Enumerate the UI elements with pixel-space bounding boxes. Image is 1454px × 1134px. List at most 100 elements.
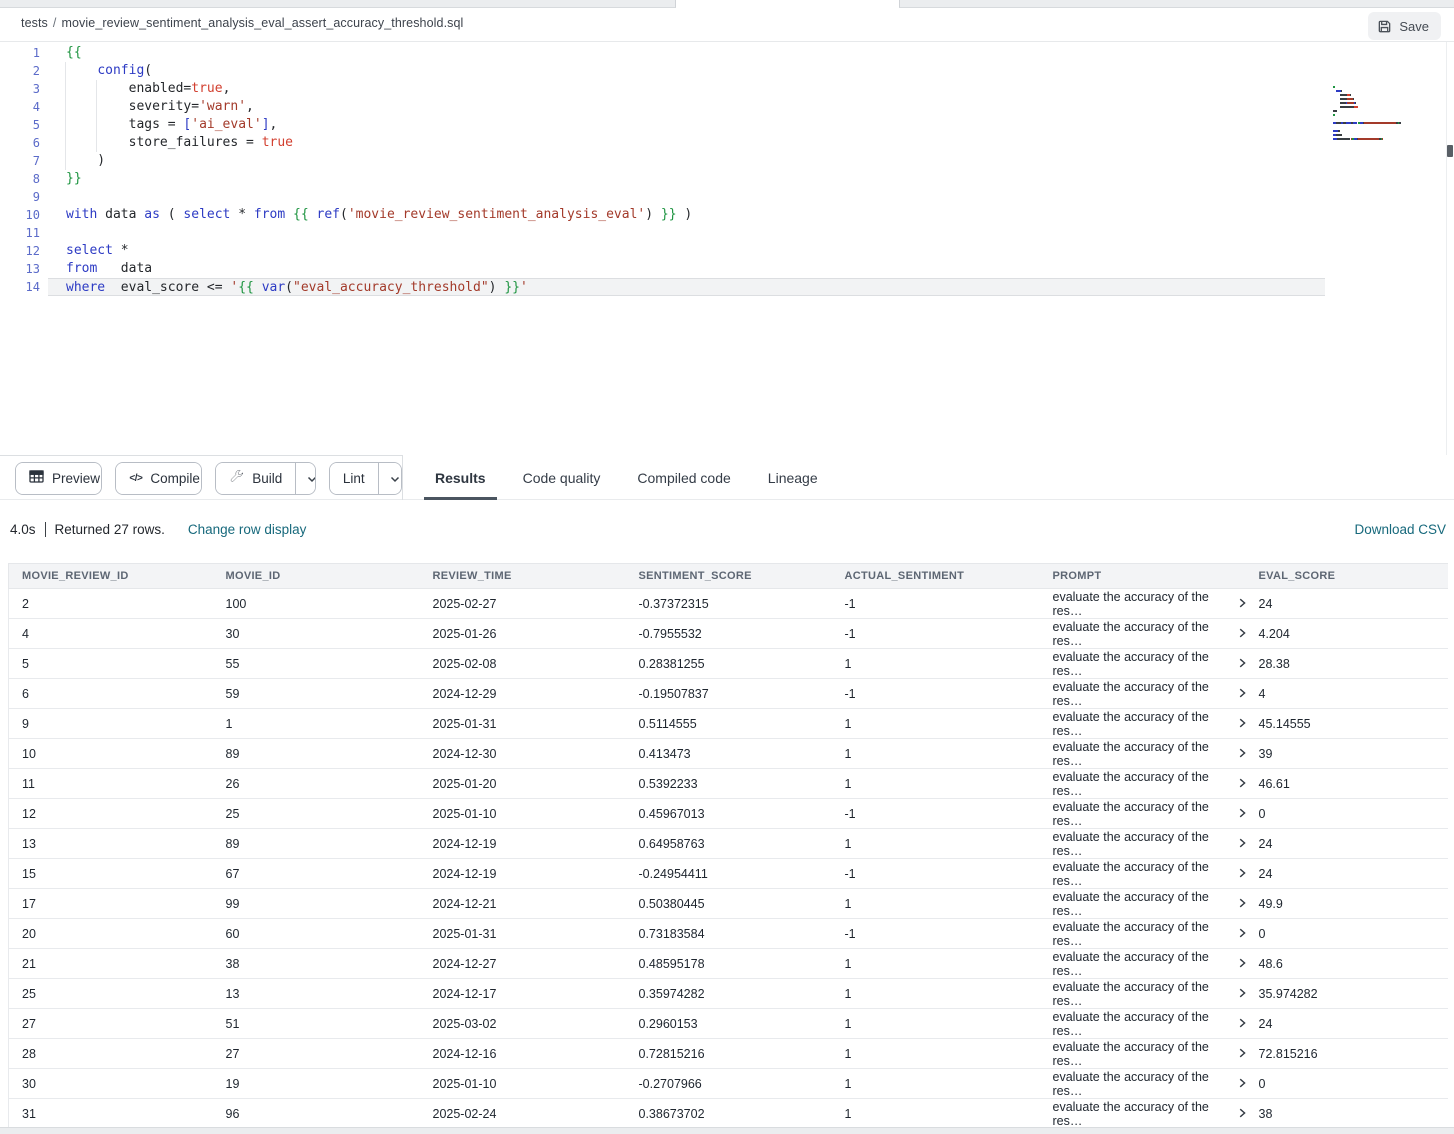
code-editor[interactable]: 1{{2 config(3 enabled=true,4 severity='w… [0, 42, 1454, 455]
table-cell: 25 [213, 799, 420, 829]
minimap-line [1333, 126, 1445, 128]
inactive-tab-edge[interactable] [899, 0, 1454, 8]
expand-prompt-chevron-icon[interactable] [1239, 988, 1246, 998]
code-line[interactable]: 5 tags = ['ai_eval'], [0, 116, 1325, 134]
expand-prompt-chevron-icon[interactable] [1239, 718, 1246, 728]
preview-button[interactable]: Preview [16, 463, 102, 494]
code-line[interactable]: 12select * [0, 242, 1325, 260]
expand-prompt-chevron-icon[interactable] [1239, 868, 1246, 878]
code-text: ) [48, 152, 1325, 170]
expand-prompt-chevron-icon[interactable] [1239, 658, 1246, 668]
scrollbar-thumb[interactable] [1447, 145, 1453, 157]
column-header[interactable]: EVAL_SCORE [1246, 564, 1449, 589]
expand-prompt-chevron-icon[interactable] [1239, 1108, 1246, 1118]
table-row: 6592024-12-29-0.19507837-1evaluate the a… [9, 679, 1449, 709]
expand-prompt-chevron-icon[interactable] [1239, 1048, 1246, 1058]
build-dropdown-button[interactable] [295, 463, 316, 494]
table-cell: 0.5114555 [626, 709, 832, 739]
minimap-line [1333, 110, 1445, 112]
minimap-line [1333, 94, 1445, 96]
table-cell: -0.24954411 [626, 859, 832, 889]
build-button[interactable]: Build [216, 463, 295, 494]
lint-button[interactable]: Lint [330, 463, 378, 494]
prompt-preview-text: evaluate the accuracy of the res… [1053, 1010, 1234, 1038]
code-line[interactable]: 2 config( [0, 62, 1325, 80]
code-line[interactable]: 1{{ [0, 44, 1325, 62]
prompt-cell: evaluate the accuracy of the res… [1040, 949, 1246, 979]
expand-prompt-chevron-icon[interactable] [1239, 688, 1246, 698]
minimap[interactable] [1333, 86, 1445, 142]
line-number: 3 [0, 80, 48, 98]
eval-score-cell: 24 [1246, 1009, 1449, 1039]
line-number: 1 [0, 44, 48, 62]
table-row: 28272024-12-160.728152161evaluate the ac… [9, 1039, 1449, 1069]
expand-prompt-chevron-icon[interactable] [1239, 778, 1246, 788]
column-header[interactable]: MOVIE_REVIEW_ID [9, 564, 213, 589]
code-text: enabled=true, [48, 80, 1325, 98]
tab-compiled-code[interactable]: Compiled code [635, 455, 732, 500]
breadcrumb-separator: / [48, 16, 62, 30]
prompt-preview-text: evaluate the accuracy of the res… [1053, 980, 1234, 1008]
code-line[interactable]: 13from data [0, 260, 1325, 278]
eval-score-cell: 28.38 [1246, 649, 1449, 679]
line-number: 9 [0, 188, 48, 206]
lint-button-group: Lint [329, 462, 402, 495]
inactive-tab-edge[interactable] [0, 0, 676, 8]
prompt-cell: evaluate the accuracy of the res… [1040, 649, 1246, 679]
editor-scrollbar-track[interactable] [1446, 42, 1447, 455]
prompt-preview-text: evaluate the accuracy of the res… [1053, 680, 1234, 708]
column-header[interactable]: SENTIMENT_SCORE [626, 564, 832, 589]
prompt-preview-text: evaluate the accuracy of the res… [1053, 590, 1234, 618]
expand-prompt-chevron-icon[interactable] [1239, 1018, 1246, 1028]
tab-code-quality[interactable]: Code quality [521, 455, 603, 500]
expand-prompt-chevron-icon[interactable] [1239, 808, 1246, 818]
horizontal-scrollbar[interactable] [0, 1127, 1454, 1134]
tab-results[interactable]: Results [433, 455, 488, 500]
compile-button[interactable]: </> Compile [116, 463, 202, 494]
expand-prompt-chevron-icon[interactable] [1239, 1078, 1246, 1088]
table-cell: 0.38673702 [626, 1099, 832, 1129]
code-line[interactable]: 4 severity='warn', [0, 98, 1325, 116]
table-cell: -0.7955532 [626, 619, 832, 649]
expand-prompt-chevron-icon[interactable] [1239, 838, 1246, 848]
lint-dropdown-button[interactable] [378, 463, 402, 494]
code-line[interactable]: 6 store_failures = true [0, 134, 1325, 152]
download-csv-link[interactable]: Download CSV [1354, 522, 1446, 537]
code-line[interactable]: 11 [0, 224, 1325, 242]
column-header[interactable]: MOVIE_ID [213, 564, 420, 589]
code-text [48, 224, 1325, 242]
table-row: 21382024-12-270.485951781evaluate the ac… [9, 949, 1449, 979]
table-cell: 21 [9, 949, 213, 979]
code-line[interactable]: 9 [0, 188, 1325, 206]
expand-prompt-chevron-icon[interactable] [1239, 598, 1246, 608]
column-header[interactable]: PROMPT [1040, 564, 1246, 589]
expand-prompt-chevron-icon[interactable] [1239, 748, 1246, 758]
code-text: from data [48, 260, 1325, 278]
table-cell: 12 [9, 799, 213, 829]
code-line[interactable]: 10with data as ( select * from {{ ref('m… [0, 206, 1325, 224]
table-cell: 96 [213, 1099, 420, 1129]
code-line[interactable]: 14where eval_score <= '{{ var("eval_accu… [0, 278, 1325, 296]
table-cell: 1 [832, 1069, 1040, 1099]
prompt-preview-text: evaluate the accuracy of the res… [1053, 920, 1234, 948]
table-cell: 31 [9, 1099, 213, 1129]
table-cell: 1 [832, 1039, 1040, 1069]
expand-prompt-chevron-icon[interactable] [1239, 928, 1246, 938]
code-line[interactable]: 7 ) [0, 152, 1325, 170]
tab-lineage[interactable]: Lineage [766, 455, 820, 500]
table-cell: -1 [832, 859, 1040, 889]
expand-prompt-chevron-icon[interactable] [1239, 958, 1246, 968]
prompt-cell: evaluate the accuracy of the res… [1040, 679, 1246, 709]
change-row-display-link[interactable]: Change row display [188, 522, 307, 537]
minimap-line [1333, 122, 1445, 124]
table-body: 21002025-02-27-0.37372315-1evaluate the … [9, 589, 1449, 1129]
table-cell: 1 [832, 769, 1040, 799]
code-line[interactable]: 3 enabled=true, [0, 80, 1325, 98]
expand-prompt-chevron-icon[interactable] [1239, 628, 1246, 638]
expand-prompt-chevron-icon[interactable] [1239, 898, 1246, 908]
column-header[interactable]: ACTUAL_SENTIMENT [832, 564, 1040, 589]
save-button[interactable]: Save [1368, 12, 1441, 40]
code-line[interactable]: 8}} [0, 170, 1325, 188]
breadcrumb-folder[interactable]: tests [21, 16, 48, 30]
column-header[interactable]: REVIEW_TIME [420, 564, 626, 589]
